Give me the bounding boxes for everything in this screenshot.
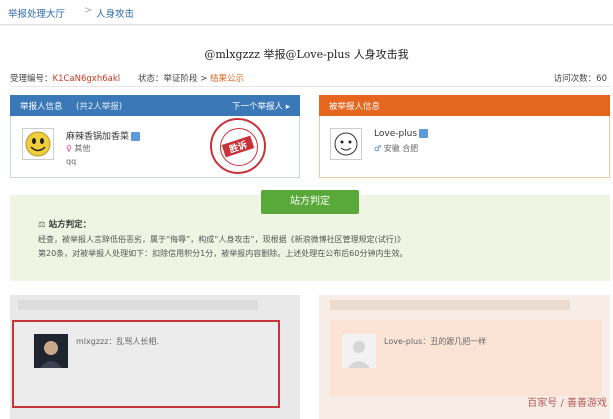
case-id-label: 受理编号： <box>10 74 53 84</box>
gender-female-icon: ♀ <box>66 144 72 153</box>
smiley-avatar-icon <box>25 131 51 157</box>
watermark: 百家号 / 善善游戏 <box>527 398 607 409</box>
breadcrumb: 举报处理大厅 > 人身攻击 <box>0 0 613 25</box>
page-title: @mlxgzzz 举报@Love-plus 人身攻击我 <box>204 48 409 61</box>
gavel-icon: ⚖ <box>38 220 46 230</box>
status-value[interactable]: 结果公示 <box>210 74 244 84</box>
reporter-statement-name[interactable]: mlxgzzz <box>76 337 108 346</box>
reporter-gender-text: 其他 <box>74 144 91 153</box>
case-id-value: K1CaN6gxh6akl <box>52 74 121 84</box>
accused-avatar[interactable] <box>330 128 362 160</box>
reporter-statement: mlxgzzz：乱骂人长相. <box>76 336 159 347</box>
verified-icon <box>419 129 429 138</box>
reporter-location: qq <box>66 157 77 166</box>
verdict-button[interactable]: 站方判定 <box>261 190 359 214</box>
breadcrumb-home-link[interactable]: 举报处理大厅 <box>8 6 65 20</box>
win-stamp: 胜诉 <box>210 118 266 174</box>
person-photo-icon <box>34 334 68 368</box>
verdict-line-1: 经查，被举报人言辞低俗恶劣，属于“侮辱”，构成“人身攻击”，现根据《新浪微博社区… <box>38 235 405 244</box>
accused-statement-avatar[interactable] <box>342 334 376 368</box>
reporter-gender: ♀ 其他 <box>66 143 90 154</box>
reporter-statement-text: ：乱骂人长相. <box>108 337 159 346</box>
visit-count-value: 60 <box>596 74 607 84</box>
accused-name-row: Love-plus <box>374 129 429 139</box>
reporter-statement-avatar[interactable] <box>34 334 68 368</box>
verdict-label: ⚖ 站方判定： <box>38 218 91 230</box>
accused-statement-header-blurred <box>330 300 570 310</box>
reporter-name[interactable]: 麻辣香锅加香菜 <box>66 132 129 142</box>
divider <box>10 86 610 87</box>
accused-panel <box>319 116 610 178</box>
verdict-text: 经查，被举报人言辞低俗恶劣，属于“侮辱”，构成“人身攻击”，现根据《新浪微博社区… <box>38 233 598 261</box>
reporter-statement-header-blurred <box>18 300 258 310</box>
reporter-header: 举报人信息 (共2人举报) 下一个举报人 ▸ <box>10 95 300 116</box>
verdict-line-2: 第20条，对被举报人处理如下：扣除信用积分1分，被举报内容删除。上述处理在公布后… <box>38 249 408 258</box>
reporter-header-title: 举报人信息 <box>20 102 63 112</box>
accused-header-title: 被举报人信息 <box>329 102 381 112</box>
accused-statement-text: ：丑的跟几把一样 <box>422 337 487 346</box>
visit-count-label: 访问次数： <box>553 74 597 84</box>
accused-gender: ♂ 安徽 合肥 <box>374 143 418 154</box>
breadcrumb-separator: > <box>84 5 93 16</box>
accused-location: 安徽 合肥 <box>383 144 419 153</box>
default-avatar-icon <box>342 334 376 368</box>
visit-count: 访问次数：60 <box>554 72 607 84</box>
verdict-label-text: 站方判定： <box>48 220 92 230</box>
case-id: 受理编号：K1CaN6gxh6akl <box>10 72 120 84</box>
gender-male-icon: ♂ <box>374 144 382 153</box>
next-reporter-link[interactable]: 下一个举报人 ▸ <box>232 100 290 112</box>
reporter-count: (共2人举报) <box>76 102 123 112</box>
verified-icon <box>131 132 141 141</box>
cartoon-avatar-icon <box>334 132 358 156</box>
accused-name[interactable]: Love-plus <box>374 129 417 139</box>
breadcrumb-current[interactable]: 人身攻击 <box>96 6 134 20</box>
accused-statement: Love-plus：丑的跟几把一样 <box>384 336 486 347</box>
accused-header: 被举报人信息 <box>319 95 610 116</box>
case-status: 状态：举证阶段 > 结果公示 <box>138 72 244 84</box>
reporter-name-row: 麻辣香锅加香菜 <box>66 129 141 142</box>
reporter-avatar[interactable] <box>22 128 54 160</box>
accused-statement-name[interactable]: Love-plus <box>384 337 422 346</box>
status-label: 状态：举证阶段 > <box>138 74 208 84</box>
